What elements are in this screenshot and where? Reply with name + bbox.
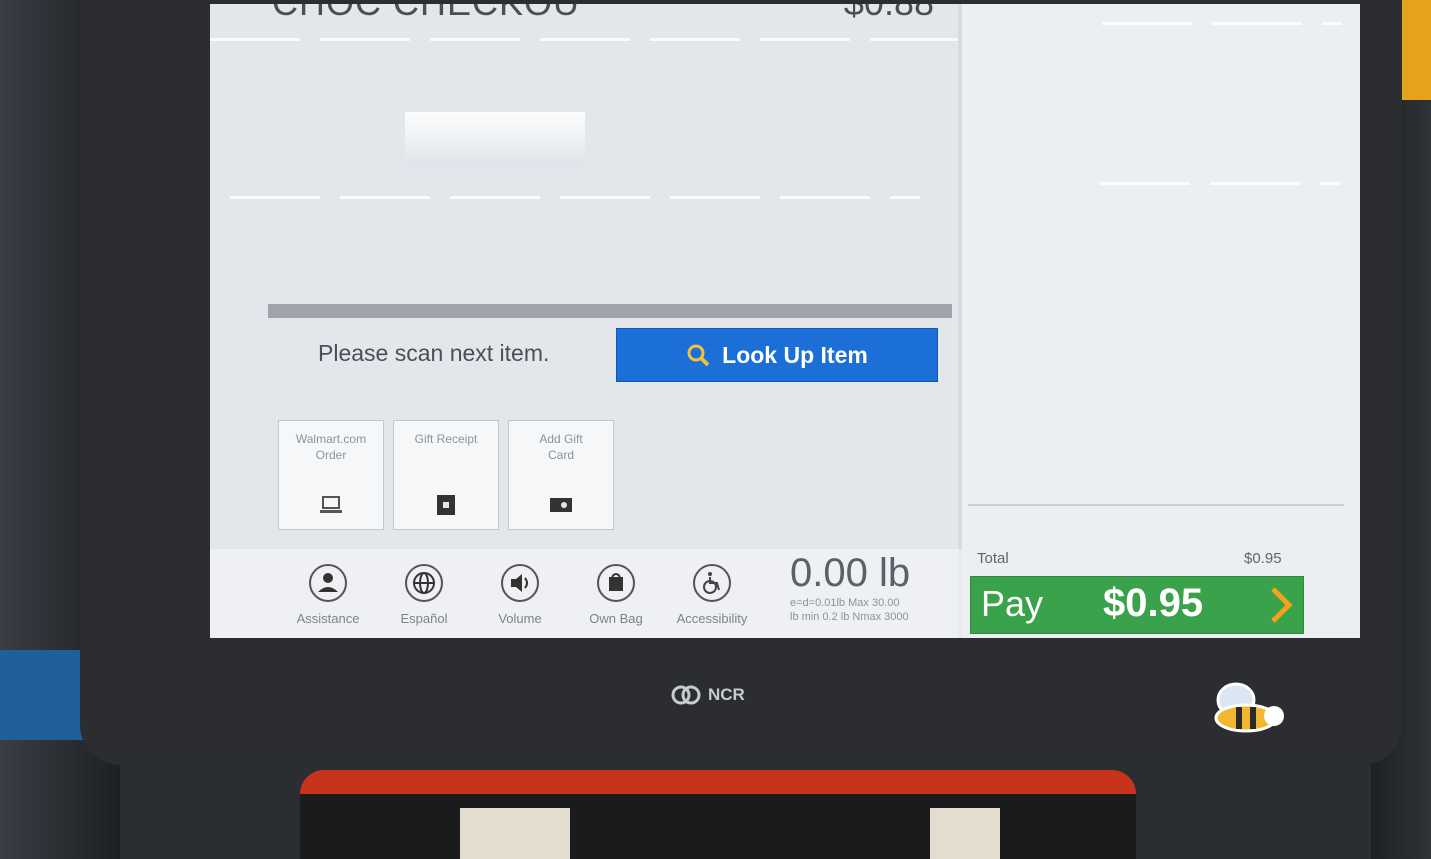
ncr-brand: NCR (670, 684, 745, 706)
add-gift-card-tile[interactable]: Add Gift Card (508, 420, 614, 530)
total-value: $0.95 (1244, 550, 1282, 567)
scanner-edge (300, 770, 1136, 794)
tile-label-line1: Walmart.com (295, 432, 367, 446)
row-divider (210, 38, 958, 41)
laptop-icon (320, 496, 342, 513)
kiosk-monitor: CHOC CHECKOU $0.88 Please scan next item… (80, 0, 1402, 765)
person-icon (309, 564, 347, 602)
search-icon (687, 344, 710, 367)
total-separator (968, 504, 1344, 506)
own-bag-button[interactable]: Own Bag (568, 549, 664, 638)
total-label: Total (977, 550, 1009, 567)
volume-label: Volume (498, 611, 542, 626)
accessibility-label: Accessibility (676, 611, 748, 626)
espanol-button[interactable]: Español (376, 549, 472, 638)
volume-button[interactable]: Volume (472, 549, 568, 638)
accessibility-button[interactable]: Accessibility (664, 549, 760, 638)
chevron-right-icon (1271, 587, 1293, 623)
item-row[interactable]: CHOC CHECKOU $0.88 (210, 4, 958, 42)
bag-icon (597, 564, 635, 602)
espanol-label: Español (400, 611, 448, 626)
tile-label-line1: Gift Receipt (414, 432, 478, 446)
kiosk-screen: CHOC CHECKOU $0.88 Please scan next item… (210, 4, 1360, 638)
walmart-order-tile[interactable]: Walmart.com Order (278, 420, 384, 530)
bee-sticker-icon (1214, 682, 1284, 733)
scale-detail: e=d=0.01lb Max 30.00 lb min 0.2 lb Nmax … (790, 596, 965, 624)
item-price: $0.88 (844, 4, 934, 24)
scale-detail-line1: e=d=0.01lb Max 30.00 (790, 597, 900, 609)
scale-detail-line2: lb min 0.2 lb Nmax 3000 (790, 611, 909, 623)
receipt-icon (437, 495, 455, 515)
screen-glare (405, 112, 585, 167)
scanner-glass (460, 808, 570, 859)
scanner-glass (930, 808, 1000, 859)
assistance-label: Assistance (296, 611, 360, 626)
pay-button[interactable]: Pay $0.95 (970, 576, 1304, 634)
speaker-icon (501, 564, 539, 602)
assistance-button[interactable]: Assistance (280, 549, 376, 638)
pay-amount: $0.95 (1103, 581, 1204, 625)
pay-label: Pay (981, 583, 1044, 624)
tile-label-line2: Order (315, 448, 347, 462)
row-divider (1100, 182, 1340, 185)
row-divider (230, 196, 920, 199)
brand-name: NCR (708, 685, 745, 704)
scan-prompt: Please scan next item. (318, 340, 550, 366)
globe-icon (405, 564, 443, 602)
total-pane (962, 4, 1360, 638)
look-up-item-button[interactable]: Look Up Item (616, 328, 938, 382)
ncr-logo-icon (671, 685, 701, 705)
item-list-pane: CHOC CHECKOU $0.88 Please scan next item… (210, 4, 958, 638)
tile-label-line1: Add Gift (539, 432, 583, 446)
item-name: CHOC CHECKOU (272, 4, 580, 24)
own-bag-label: Own Bag (589, 611, 643, 626)
gift-card-icon (550, 498, 572, 512)
look-up-item-label: Look Up Item (722, 341, 868, 368)
gift-receipt-tile[interactable]: Gift Receipt (393, 420, 499, 530)
wheelchair-icon (693, 564, 731, 602)
tile-label-line2: Card (547, 448, 574, 462)
row-divider (1102, 22, 1342, 25)
scale-weight: 0.00 lb (790, 551, 911, 595)
list-scrollbar[interactable] (268, 304, 952, 318)
